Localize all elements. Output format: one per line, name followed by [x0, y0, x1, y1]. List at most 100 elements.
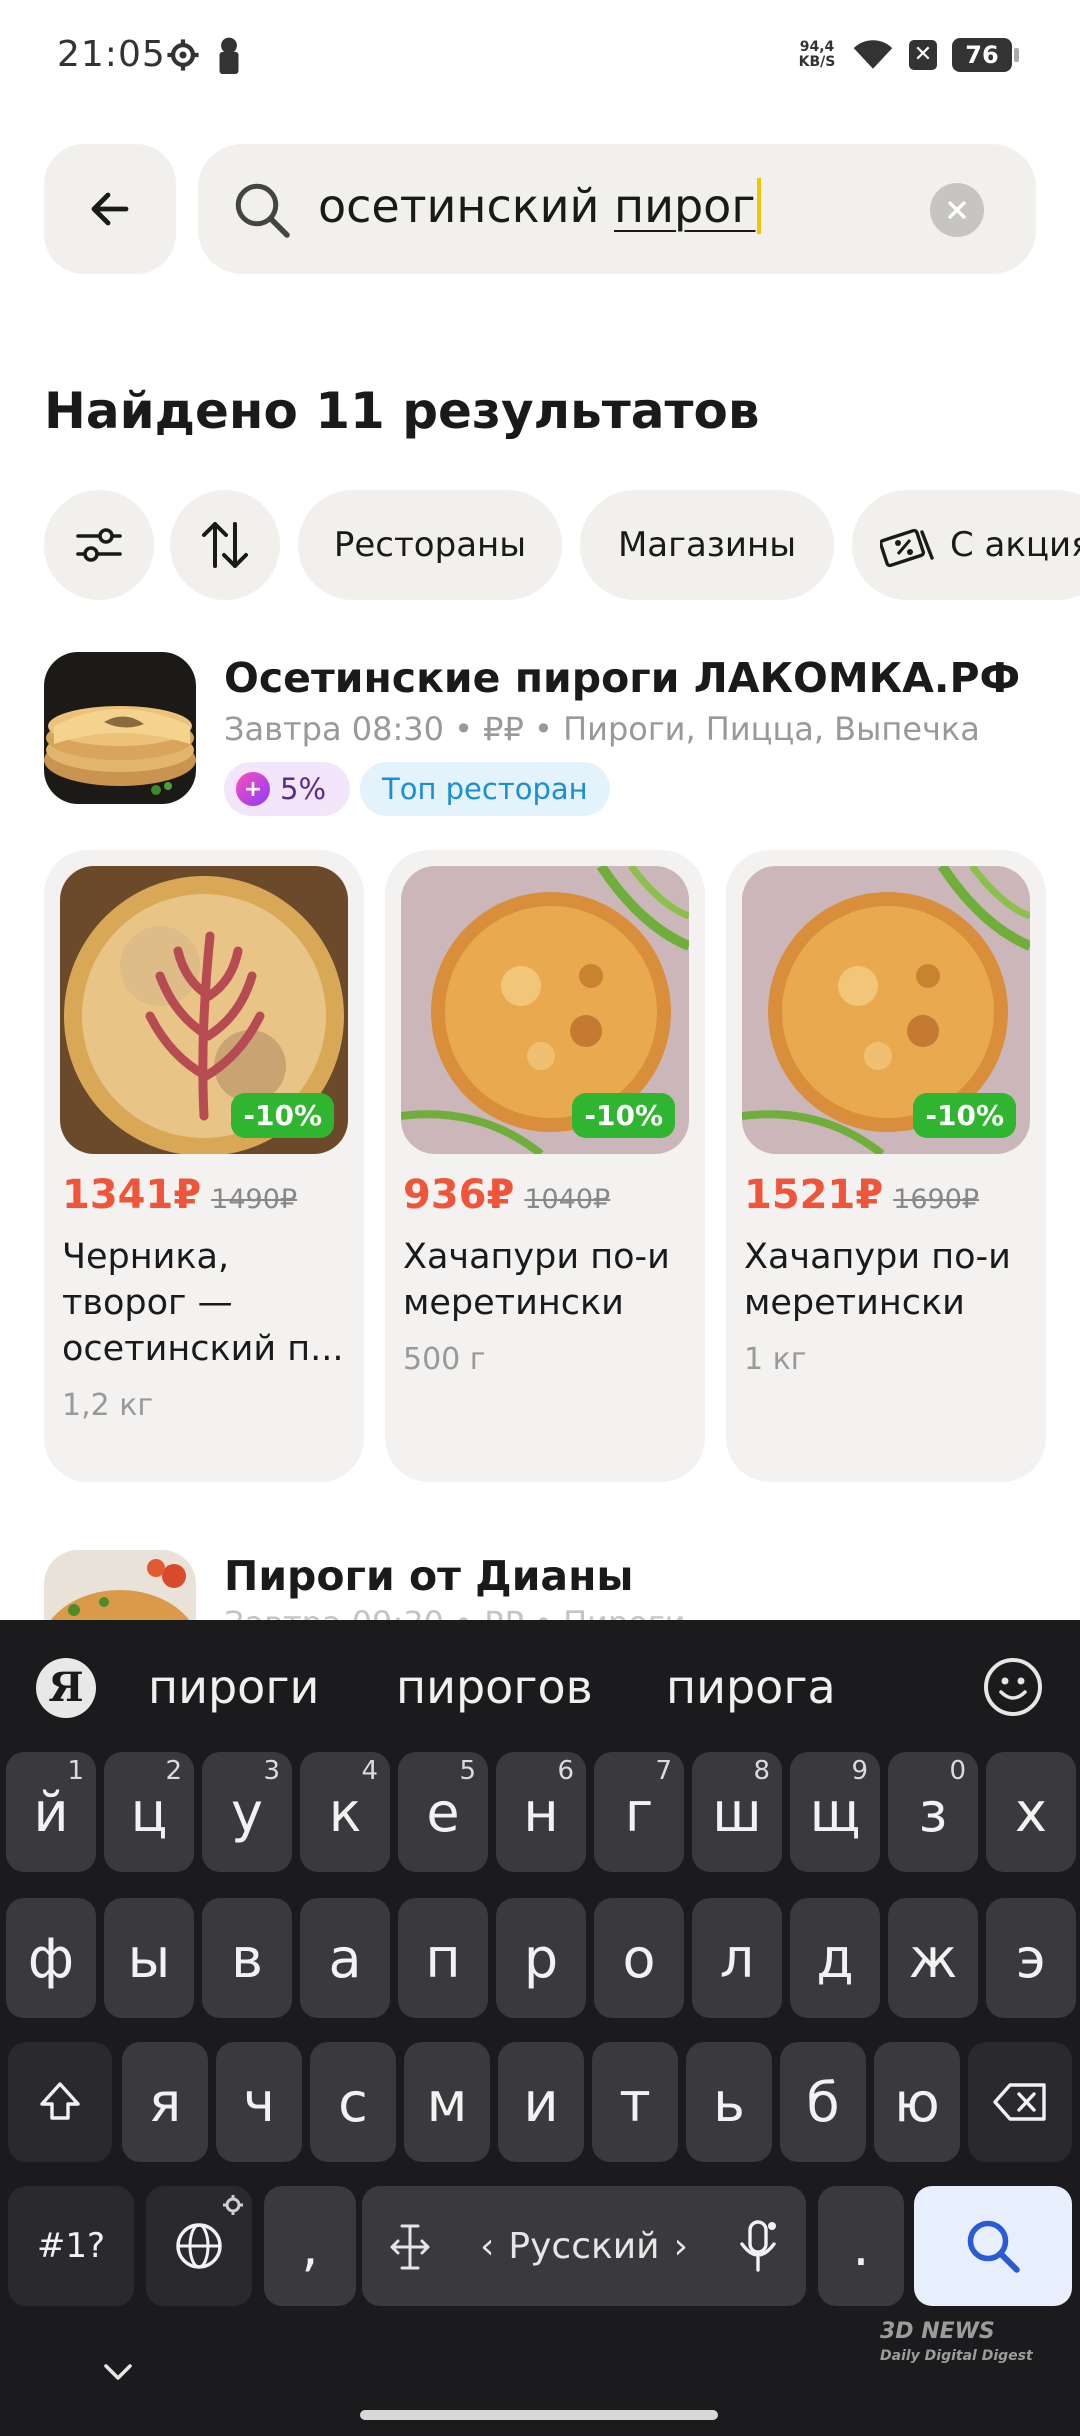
key-letter[interactable]: о — [594, 1898, 684, 2018]
product-card[interactable]: -10% 1341₽ 1490₽ Черника, творог — осетин… — [44, 850, 364, 1482]
key-number-hint: 4 — [361, 1756, 378, 1786]
key-number-hint: 2 — [165, 1756, 182, 1786]
key-letter[interactable]: ю — [874, 2042, 960, 2162]
shift-arrow-icon — [40, 2082, 80, 2120]
discount-tag-icon — [880, 528, 934, 568]
key-letter[interactable]: х — [986, 1752, 1076, 1872]
key-letter[interactable]: д — [790, 1898, 880, 2018]
cursor-move-icon — [390, 2224, 430, 2270]
key-letter[interactable]: н6 — [496, 1752, 586, 1872]
key-letter[interactable]: е5 — [398, 1752, 488, 1872]
period-key[interactable]: . — [818, 2186, 904, 2306]
key-letter[interactable]: р — [496, 1898, 586, 2018]
filter-chip-shops[interactable]: Магазины — [580, 490, 834, 600]
backspace-key[interactable] — [968, 2042, 1072, 2162]
suggestion-bar: Я пироги пирогов пирога — [0, 1620, 1080, 1750]
key-letter[interactable]: в — [202, 1898, 292, 2018]
suggestion-item[interactable]: пирога — [666, 1660, 836, 1714]
key-letter[interactable]: э — [986, 1898, 1076, 2018]
gear-icon — [167, 39, 199, 71]
product-price: 936₽ 1040₽ — [403, 1172, 610, 1218]
status-time: 21:05 — [57, 34, 166, 75]
key-letter[interactable]: з0 — [888, 1752, 978, 1872]
key-letter[interactable]: а — [300, 1898, 390, 2018]
symbols-key[interactable]: #1? — [8, 2186, 134, 2306]
back-button[interactable] — [44, 144, 176, 274]
key-letter[interactable]: щ9 — [790, 1752, 880, 1872]
filter-chip-promotions[interactable]: С акция — [852, 490, 1080, 600]
key-letter[interactable]: ч — [216, 2042, 302, 2162]
emoji-icon[interactable] — [984, 1658, 1042, 1716]
sort-arrows-icon — [202, 522, 248, 568]
filter-settings-button[interactable] — [44, 490, 154, 600]
sort-button[interactable] — [170, 490, 280, 600]
key-letter[interactable]: ш8 — [692, 1752, 782, 1872]
text-caret — [757, 178, 762, 234]
key-letter[interactable]: й1 — [6, 1752, 96, 1872]
key-letter[interactable]: п — [398, 1898, 488, 2018]
key-letter[interactable]: б — [780, 2042, 866, 2162]
key-letter[interactable]: ж — [888, 1898, 978, 2018]
product-title: Черника, творог — осетинский п... — [62, 1237, 344, 1369]
battery-level: 76 — [952, 38, 1012, 72]
key-letter[interactable]: к4 — [300, 1752, 390, 1872]
suggestion-item[interactable]: пироги — [148, 1660, 319, 1714]
lock-icon — [219, 37, 239, 74]
key-letter[interactable]: ц2 — [104, 1752, 194, 1872]
clear-search-button[interactable] — [930, 183, 984, 237]
key-letter[interactable]: т — [592, 2042, 678, 2162]
restaurant-name[interactable]: Пироги от Дианы — [224, 1552, 634, 1600]
filter-chip-restaurants[interactable]: Рестораны — [298, 490, 562, 600]
microphone-icon — [740, 2220, 776, 2272]
settings-gear-icon — [223, 2195, 243, 2215]
top-restaurant-badge: Топ ресторан — [360, 762, 610, 816]
shift-key[interactable] — [8, 2042, 112, 2162]
chevron-left-icon: ‹ — [480, 2225, 495, 2267]
keyboard: Я пироги пирогов пирога й1ц2у3к4е5н6г7ш8… — [0, 1620, 1080, 2436]
restaurant-logo[interactable] — [44, 652, 196, 804]
discount-badge: -10% — [231, 1093, 334, 1138]
key-letter[interactable]: м — [404, 2042, 490, 2162]
key-char: н — [523, 1780, 559, 1844]
space-language-text: Русский — [508, 2225, 660, 2267]
key-char: х — [1015, 1780, 1047, 1844]
product-card[interactable]: -10% 1521₽ 1690₽ Хачапури по-и меретински… — [726, 850, 1046, 1482]
search-field[interactable]: осетинский пирог — [198, 144, 1036, 274]
key-char: ц — [130, 1780, 168, 1844]
sliders-icon — [76, 528, 122, 562]
search-input[interactable]: осетинский пирог — [318, 178, 762, 234]
space-key[interactable]: ‹ Русский › — [362, 2186, 806, 2306]
price-current: 1341₽ — [62, 1172, 202, 1218]
key-letter[interactable]: л — [692, 1898, 782, 2018]
key-number-hint: 6 — [557, 1756, 574, 1786]
comma-key[interactable]: , — [264, 2186, 356, 2306]
price-current: 936₽ — [403, 1172, 515, 1218]
home-indicator[interactable] — [360, 2410, 718, 2420]
suggestion-item[interactable]: пирогов — [396, 1660, 593, 1714]
restaurant-name[interactable]: Осетинские пироги ЛАКОМКА.РФ — [224, 654, 1020, 702]
discount-badge: -10% — [572, 1093, 675, 1138]
key-letter[interactable]: г7 — [594, 1752, 684, 1872]
language-key[interactable] — [146, 2186, 252, 2306]
product-image: -10% — [742, 866, 1030, 1154]
product-image: -10% — [60, 866, 348, 1154]
key-letter[interactable]: с — [310, 2042, 396, 2162]
key-letter[interactable]: ф — [6, 1898, 96, 2018]
search-query-composing: пирог — [614, 179, 756, 233]
product-weight: 1,2 кг — [62, 1388, 154, 1423]
key-letter[interactable]: ы — [104, 1898, 194, 2018]
key-letter[interactable]: у3 — [202, 1752, 292, 1872]
watermark-logo: 3D NEWS Daily Digital Digest — [880, 2320, 1033, 2368]
product-card[interactable]: -10% 936₽ 1040₽ Хачапури по-и меретински … — [385, 850, 705, 1482]
search-key[interactable] — [914, 2186, 1072, 2306]
key-number-hint: 0 — [949, 1756, 966, 1786]
key-letter[interactable]: я — [122, 2042, 208, 2162]
hide-keyboard-chevron-icon[interactable] — [100, 2360, 136, 2384]
product-price: 1521₽ 1690₽ — [744, 1172, 979, 1218]
price-current: 1521₽ — [744, 1172, 884, 1218]
yandex-logo-icon[interactable]: Я — [36, 1658, 96, 1718]
key-char: у — [231, 1780, 263, 1844]
key-letter[interactable]: ь — [686, 2042, 772, 2162]
wifi-icon — [853, 40, 893, 69]
key-letter[interactable]: и — [498, 2042, 584, 2162]
